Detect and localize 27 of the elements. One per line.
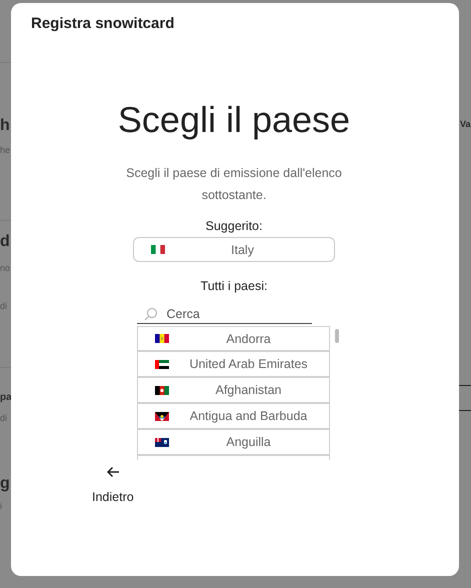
background-text: pa (0, 393, 12, 403)
page-heading: Scegli il paese (118, 99, 350, 141)
background-text: h (0, 118, 10, 134)
country-row[interactable]: Antigua and Barbuda (136, 404, 330, 430)
country-row[interactable]: Afghanistan (136, 378, 330, 404)
flag-icon (151, 245, 165, 254)
flag-icon (154, 386, 168, 394)
background-text: Va (460, 120, 471, 129)
section-label: Suggerito: (206, 219, 262, 234)
country-row[interactable]: Anguilla (136, 430, 330, 456)
description-text: Scegli il paese di emissione dall'elenco sottostante. (125, 165, 343, 204)
country-option[interactable]: Italy (133, 237, 335, 262)
back-arrow-icon (106, 466, 120, 478)
flag-icon (154, 334, 168, 343)
background-text: g (0, 476, 10, 492)
background-text: d (0, 234, 10, 250)
flag-icon (154, 360, 168, 368)
back-button[interactable]: Indietro (92, 464, 134, 506)
flag-icon (154, 438, 168, 446)
search-icon (144, 306, 158, 320)
scrollbar-thumb[interactable] (334, 329, 338, 343)
search-field[interactable]: Cerca (166, 306, 296, 322)
country-row[interactable]: Andorra (136, 326, 330, 352)
flag-icon (154, 412, 168, 420)
dialog-title: Registra snowitcard (31, 15, 176, 32)
section-label: Tutti i paesi: (200, 279, 268, 294)
country-row[interactable]: United Arab Emirates (136, 352, 330, 378)
